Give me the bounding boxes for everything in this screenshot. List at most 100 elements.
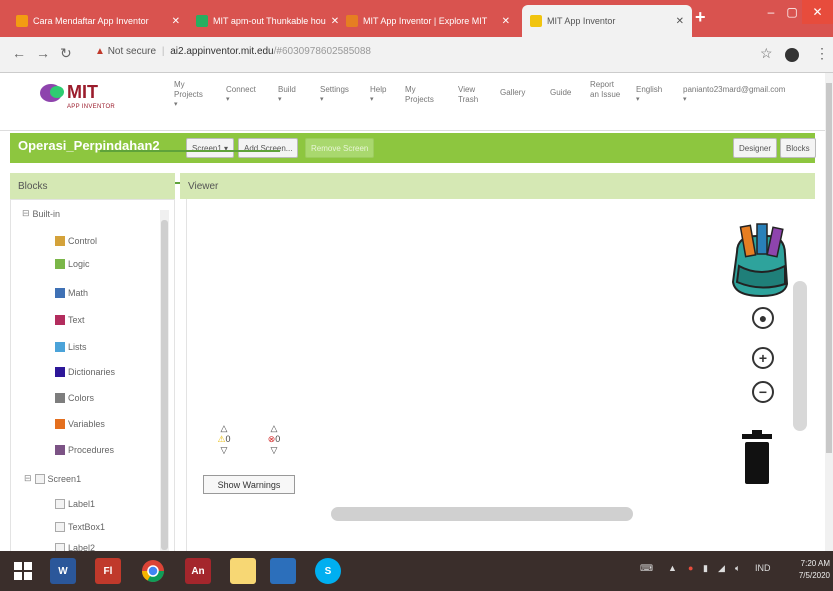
menu-gallery[interactable]: Gallery [500,88,525,98]
trash-icon[interactable] [740,430,774,486]
star-icon[interactable]: ☆ [760,45,773,62]
show-warnings-button[interactable]: Show Warnings [203,475,295,494]
menu-guide[interactable]: Guide [550,88,571,98]
folder-icon[interactable] [270,558,296,584]
chrome-icon[interactable] [140,558,166,584]
browser-tab[interactable]: MIT App Inventor | Explore MIT ✕ [338,5,518,37]
keyboard-icon[interactable]: ⌨ [640,563,653,574]
menu-dots-icon[interactable]: ⋮ [815,45,829,62]
drawer-control[interactable]: Control [55,236,97,246]
flash-icon[interactable]: Fl [95,558,121,584]
windows-taskbar [0,551,833,591]
notes-icon[interactable] [230,558,256,584]
component-label1[interactable]: Label1 [55,499,95,509]
workspace-horizontal-scrollbar[interactable] [331,507,633,521]
zoom-out-icon[interactable]: − [752,381,774,403]
windows-start-icon[interactable] [10,558,36,584]
browser-tab[interactable]: Cara Mendaftar App Inventor ✕ [8,5,188,37]
tree-screen1[interactable]: ⊟ Screen1 [24,473,81,484]
skype-icon[interactable]: S [315,558,341,584]
menu-my-projects-link[interactable]: My Projects [405,85,435,105]
minimize-button[interactable]: – [760,0,782,24]
color-swatch-icon [55,367,65,377]
clock-date: 7/5/2020 [798,571,830,580]
arrow-up-icon[interactable]: △ [212,423,236,434]
collapse-icon[interactable]: ⊟ [22,208,30,219]
page-scrollbar[interactable] [825,73,833,551]
screen-select[interactable]: Screen1 ▾ [186,138,235,158]
designer-button[interactable]: Designer [733,138,778,158]
new-tab-button[interactable]: + [695,7,706,28]
add-screen-button[interactable]: Add Screen... [238,138,299,158]
menu-view-trash[interactable]: View Trash [458,85,486,105]
menu-build[interactable]: Build ▾ [278,85,296,105]
animate-icon[interactable]: An [185,558,211,584]
close-icon[interactable]: ✕ [331,16,338,27]
drawer-lists[interactable]: Lists [55,342,87,352]
network-icon[interactable]: ▮ [703,563,708,574]
color-swatch-icon [55,236,65,246]
url-field[interactable]: ▲ Not secure | ai2.appinventor.mit.edu/#… [95,46,371,57]
browser-tab[interactable]: MIT apm-out Thunkable hou ✕ [188,5,338,37]
browser-tab-active[interactable]: MIT App Inventor ✕ [522,5,692,37]
menu-my-projects[interactable]: My Projects ▾ [174,80,204,110]
drawer-dictionaries[interactable]: Dictionaries [55,367,115,377]
maximize-button[interactable]: ▢ [782,0,802,24]
recenter-icon[interactable]: ● [752,307,774,329]
caret-down-icon: ▾ [683,96,687,103]
tree-builtin[interactable]: ⊟ Built-in [22,208,60,219]
blocks-button[interactable]: Blocks [780,138,816,158]
menu-settings[interactable]: Settings ▾ [320,85,349,105]
drawer-math[interactable]: Math [55,288,88,298]
blocks-workspace[interactable] [186,199,815,556]
close-icon[interactable]: ✕ [502,16,510,27]
component-textbox1[interactable]: TextBox1 [55,522,105,532]
logo-text: MIT [67,82,98,102]
forward-icon[interactable]: → [36,45,50,61]
remove-screen-button[interactable]: Remove Screen [305,138,375,158]
arrow-up-icon[interactable]: △ [262,423,286,434]
warnings-count: 0 [225,434,231,444]
word-icon[interactable]: W [50,558,76,584]
close-icon[interactable]: ✕ [676,16,684,27]
arrow-down-icon[interactable]: ▽ [262,445,286,456]
warning-icon: ⚠ [217,434,226,444]
profile-icon[interactable] [785,48,799,62]
warnings-indicator[interactable]: △ ⚠0 ▽ [212,423,236,456]
taskbar-clock[interactable]: 7:20 AM 7/5/2020 [780,558,830,582]
drawer-variables[interactable]: Variables [55,419,105,429]
volume-icon[interactable]: 🔈︎ [735,563,740,574]
caret-down-icon: ▾ [370,96,374,103]
mit-logo[interactable]: MIT APP INVENTOR [40,82,135,116]
menu-help[interactable]: Help ▾ [370,85,386,105]
tree-scrollbar[interactable] [160,210,169,556]
menu-language[interactable]: English ▾ [636,85,662,105]
window-close-button[interactable]: ✕ [802,0,833,24]
scroll-thumb[interactable] [826,83,832,453]
backpack-icon[interactable] [727,222,793,298]
errors-indicator[interactable]: △ ⊗0 ▽ [262,423,286,456]
errors-count: 0 [275,434,281,444]
scroll-thumb[interactable] [161,220,168,550]
menu-connect[interactable]: Connect ▾ [226,85,256,105]
wifi-icon[interactable]: ◢ [718,563,725,574]
menu-report-issue[interactable]: Report an Issue [590,80,622,100]
browser-tab-strip: Cara Mendaftar App Inventor ✕ MIT apm-ou… [0,0,833,37]
workspace-vertical-scrollbar[interactable] [793,281,807,431]
tray-up-icon[interactable]: ▲ [668,563,677,573]
color-swatch-icon [55,288,65,298]
drawer-text[interactable]: Text [55,315,85,325]
tray-app-icon[interactable]: ● [688,563,693,573]
reload-icon[interactable]: ↻ [60,45,72,62]
arrow-down-icon[interactable]: ▽ [212,445,236,456]
close-icon[interactable]: ✕ [172,16,180,27]
language-indicator[interactable]: IND [755,563,771,573]
drawer-colors[interactable]: Colors [55,393,94,403]
zoom-in-icon[interactable]: + [752,347,774,369]
drawer-procedures[interactable]: Procedures [55,445,114,455]
url-path: /#6030978602585088 [273,46,371,57]
drawer-logic[interactable]: Logic [55,259,90,269]
menu-account[interactable]: panianto23mard@gmail.com ▾ [683,85,823,105]
back-icon[interactable]: ← [12,45,26,61]
collapse-icon[interactable]: ⊟ [24,473,32,484]
